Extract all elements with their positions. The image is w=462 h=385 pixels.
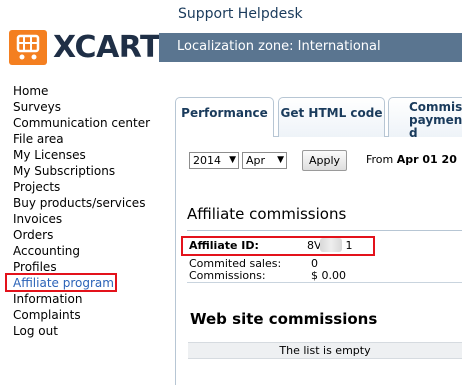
xcart-wordmark: XCART (53, 30, 161, 65)
tab-commission-payment[interactable]: Commiss payment d (388, 97, 462, 140)
tab-commission-label-line2: payment d (409, 113, 462, 140)
affiliate-program-highlight-box (5, 273, 117, 292)
sidebar-item-projects[interactable]: Projects (13, 179, 163, 195)
localization-zone-bar: Localization zone: International (159, 33, 462, 62)
tab-get-html-code[interactable]: Get HTML code (278, 97, 385, 137)
affiliate-id-label: Affiliate ID: (189, 239, 259, 252)
date-range-text: From Apr 01 20 (366, 153, 457, 166)
page-title: Support Helpdesk (178, 6, 303, 22)
month-select-value: Apr (246, 154, 266, 167)
empty-list-message: The list is empty (188, 342, 462, 359)
section-divider (187, 282, 462, 283)
sidebar-item-my-licenses[interactable]: My Licenses (13, 147, 163, 163)
commissions-row: Commissions: $ 0.00 (189, 269, 346, 282)
affiliate-commissions-heading: Affiliate commissions (187, 205, 347, 223)
commissions-value: $ 0.00 (311, 269, 346, 282)
sidebar-item-surveys[interactable]: Surveys (13, 99, 163, 115)
sidebar-item-home[interactable]: Home (13, 83, 163, 99)
apply-button[interactable]: Apply (302, 150, 347, 171)
date-range-start: Apr 01 20 (396, 153, 457, 166)
web-site-commissions-heading: Web site commissions (190, 310, 378, 328)
affiliate-id-value-end: 1 (345, 239, 353, 252)
year-select[interactable]: 2014 ▼ (189, 152, 239, 169)
sidebar-item-complaints[interactable]: Complaints (13, 307, 163, 323)
sidebar-item-invoices[interactable]: Invoices (13, 211, 163, 227)
section-divider (187, 230, 462, 231)
sidebar-item-communication-center[interactable]: Communication center (13, 115, 163, 131)
sidebar-item-my-subscriptions[interactable]: My Subscriptions (13, 163, 163, 179)
sidebar-item-orders[interactable]: Orders (13, 227, 163, 243)
xcart-cart-icon (9, 30, 47, 65)
date-range-prefix: From (366, 153, 394, 166)
localization-zone-text: Localization zone: International (177, 39, 381, 54)
sidebar-item-buy-products[interactable]: Buy products/services (13, 195, 163, 211)
month-select[interactable]: Apr ▼ (242, 152, 287, 169)
commissions-label: Commissions: (189, 269, 266, 282)
chevron-down-icon: ▼ (277, 155, 284, 165)
xcart-logo[interactable]: XCART (9, 30, 161, 65)
sidebar-item-information[interactable]: Information (13, 291, 163, 307)
sidebar-item-file-area[interactable]: File area (13, 131, 163, 147)
sidebar-item-accounting[interactable]: Accounting (13, 243, 163, 259)
sidebar-nav: Home Surveys Communication center File a… (13, 83, 163, 339)
redaction-blur (320, 238, 342, 252)
sidebar-item-log-out[interactable]: Log out (13, 323, 163, 339)
chevron-down-icon: ▼ (229, 155, 236, 165)
tab-performance[interactable]: Performance (175, 97, 274, 137)
year-select-value: 2014 (193, 154, 221, 167)
